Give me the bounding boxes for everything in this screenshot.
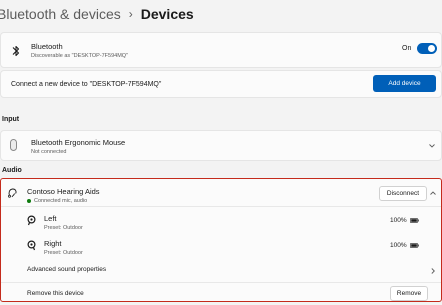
breadcrumb-separator: › bbox=[128, 7, 133, 21]
mouse-icon bbox=[10, 139, 17, 151]
breadcrumb-parent-link[interactable]: Bluetooth & devices bbox=[0, 6, 121, 22]
chevron-down-icon[interactable] bbox=[428, 142, 436, 150]
mouse-title: Bluetooth Ergonomic Mouse bbox=[31, 138, 126, 147]
add-device-button[interactable]: Add device bbox=[373, 75, 436, 92]
bluetooth-icon bbox=[12, 45, 20, 57]
add-device-card: Connect a new device to "DESKTOP-7F594MQ… bbox=[0, 70, 442, 98]
devices-settings-page: Bluetooth & devices › Devices Bluetooth … bbox=[0, 0, 442, 305]
battery-icon bbox=[410, 243, 419, 248]
remove-button[interactable]: Remove bbox=[390, 286, 428, 301]
toggle-knob bbox=[428, 45, 435, 52]
chevron-right-icon bbox=[431, 268, 435, 274]
hearing-aid-left-row: Left Preset: Outdoor 100% bbox=[1, 210, 441, 234]
bluetooth-toggle-label: On bbox=[402, 45, 412, 52]
add-device-text: Connect a new device to "DESKTOP-7F594MQ… bbox=[11, 81, 162, 88]
left-aid-preset: Preset: Outdoor bbox=[44, 225, 83, 231]
hearing-aid-right-row: Right Preset: Outdoor 100% bbox=[1, 235, 441, 259]
mouse-status: Not connected bbox=[31, 149, 67, 155]
advanced-sound-properties-link[interactable]: Advanced sound properties bbox=[1, 260, 441, 280]
left-aid-label: Left bbox=[44, 214, 57, 223]
section-heading-input: Input bbox=[2, 116, 20, 123]
right-aid-preset: Preset: Outdoor bbox=[44, 250, 83, 256]
battery-icon bbox=[410, 218, 419, 223]
mouse-device-card[interactable]: Bluetooth Ergonomic Mouse Not connected bbox=[0, 130, 442, 161]
disconnect-button[interactable]: Disconnect bbox=[379, 186, 427, 201]
bluetooth-title: Bluetooth bbox=[31, 42, 63, 51]
section-heading-audio: Audio bbox=[2, 167, 22, 174]
remove-device-row: Remove this device Remove bbox=[1, 282, 441, 302]
hearing-aids-title: Contoso Hearing Aids bbox=[27, 187, 100, 196]
hearing-aids-header[interactable]: Contoso Hearing Aids Connected mic, audi… bbox=[1, 179, 441, 207]
hearing-aid-icon bbox=[8, 188, 17, 198]
bluetooth-toggle[interactable] bbox=[417, 43, 437, 54]
remove-device-label: Remove this device bbox=[27, 290, 84, 297]
breadcrumb: Bluetooth & devices › Devices bbox=[0, 6, 194, 22]
right-aid-label: Right bbox=[44, 239, 62, 248]
bluetooth-card: Bluetooth Discoverable as "DESKTOP-7F594… bbox=[0, 32, 442, 68]
hearing-aids-panel: Contoso Hearing Aids Connected mic, audi… bbox=[0, 178, 442, 302]
hearing-aids-status: Connected mic, audio bbox=[34, 198, 88, 204]
advanced-sound-properties-label: Advanced sound properties bbox=[27, 266, 107, 273]
chevron-up-icon[interactable] bbox=[429, 189, 437, 197]
bluetooth-subtitle: Discoverable as "DESKTOP-7F594MQ" bbox=[31, 53, 129, 59]
hearing-aid-left-icon bbox=[27, 215, 36, 226]
right-battery-text: 100% bbox=[390, 242, 407, 249]
left-battery-text: 100% bbox=[390, 217, 407, 224]
page-title: Devices bbox=[140, 6, 194, 22]
hearing-aid-right-icon bbox=[27, 240, 36, 251]
connected-status-dot bbox=[27, 198, 31, 203]
